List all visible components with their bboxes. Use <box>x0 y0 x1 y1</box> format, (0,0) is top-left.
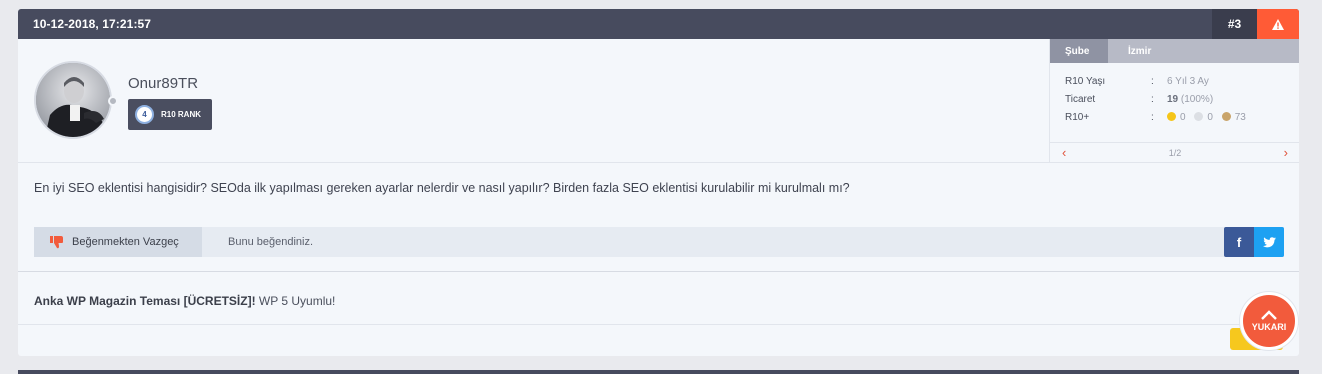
scroll-to-top-button[interactable]: YUKARI <box>1240 292 1298 350</box>
like-bar: Beğenmekten Vazgeç Bunu beğendiniz. f <box>34 227 1284 257</box>
info-row-trade: Ticaret : 19 (100%) <box>1065 90 1299 108</box>
post-date: 10-12-2018, 17:21:57 <box>33 17 152 31</box>
signature-title: Anka WP Magazin Teması [ÜCRETSİZ]! <box>34 294 256 308</box>
info-tabs: Şube İzmir <box>1050 39 1299 63</box>
tab-izmir[interactable]: İzmir <box>1108 39 1151 63</box>
silver-coin-value: 0 <box>1207 111 1213 123</box>
post-card: 10-12-2018, 17:21:57 #3 Onur89TR 4 R10 R… <box>18 9 1299 356</box>
pager-label: 1/2 <box>1168 147 1182 158</box>
signature-text[interactable]: Anka WP Magazin Teması [ÜCRETSİZ]! WP 5 … <box>34 294 335 308</box>
unlike-button-label: Beğenmekten Vazgeç <box>72 236 179 248</box>
info-colon: : <box>1151 75 1154 87</box>
bronze-coin-value: 73 <box>1234 111 1246 123</box>
chevron-up-icon <box>1261 310 1277 320</box>
rank-label: R10 RANK <box>161 110 202 119</box>
bronze-coin-icon <box>1221 111 1231 121</box>
signature-subtitle: WP 5 Uyumlu! <box>255 294 336 308</box>
user-area: Onur89TR 4 R10 RANK <box>18 39 1049 163</box>
info-colon: : <box>1151 93 1154 105</box>
scroll-to-top-label: YUKARI <box>1251 322 1287 332</box>
info-value: 6 Yıl 3 Ay <box>1167 75 1209 87</box>
chevron-left-icon[interactable]: ‹ <box>1062 145 1066 160</box>
info-value[interactable]: 19 (100%) <box>1167 94 1213 105</box>
twitter-share-button[interactable] <box>1254 227 1284 257</box>
info-rows: R10 Yaşı : 6 Yıl 3 Ay Ticaret : 19 (100%… <box>1050 63 1299 126</box>
rank-badge: 4 R10 RANK <box>128 99 212 130</box>
info-row-r10plus: R10+ : 0 0 73 <box>1065 108 1299 126</box>
gold-coin-icon <box>1167 111 1176 121</box>
next-post-header-edge <box>18 370 1299 374</box>
info-colon: : <box>1151 111 1154 123</box>
rank-level: 4 <box>135 105 154 124</box>
post-header: 10-12-2018, 17:21:57 #3 <box>18 9 1299 39</box>
gold-coin-value: 0 <box>1180 111 1186 123</box>
post-body: En iyi SEO eklentisi hangisidir? SEOda i… <box>34 181 850 195</box>
user-info-panel: Şube İzmir R10 Yaşı : 6 Yıl 3 Ay Ticaret… <box>1049 39 1299 163</box>
info-pager: ‹ 1/2 › <box>1050 142 1299 162</box>
info-key: R10+ <box>1065 111 1090 123</box>
like-status: Bunu beğendiniz. <box>228 236 314 248</box>
trade-count: 19 <box>1167 93 1179 105</box>
status-indicator <box>108 96 118 106</box>
unlike-button[interactable]: Beğenmekten Vazgeç <box>34 227 202 257</box>
report-button[interactable] <box>1257 9 1299 39</box>
coin-list: 0 0 73 <box>1167 111 1252 123</box>
info-key: Ticaret <box>1065 93 1096 105</box>
avatar[interactable] <box>34 61 112 139</box>
info-row-age: R10 Yaşı : 6 Yıl 3 Ay <box>1065 72 1299 90</box>
facebook-icon: f <box>1236 234 1242 250</box>
username[interactable]: Onur89TR <box>128 75 198 92</box>
post-number-link[interactable]: #3 <box>1212 9 1257 39</box>
signature: Anka WP Magazin Teması [ÜCRETSİZ]! WP 5 … <box>18 271 1299 325</box>
silver-coin-icon <box>1194 111 1204 121</box>
thumbs-down-icon <box>50 235 63 248</box>
twitter-icon <box>1262 236 1276 247</box>
avatar-image <box>36 63 110 137</box>
facebook-share-button[interactable]: f <box>1224 227 1254 257</box>
warning-icon <box>1272 18 1284 30</box>
tab-sube[interactable]: Şube <box>1050 39 1108 63</box>
chevron-right-icon[interactable]: › <box>1284 145 1288 160</box>
trade-percent: (100%) <box>1180 93 1214 105</box>
info-key: R10 Yaşı <box>1065 75 1106 87</box>
